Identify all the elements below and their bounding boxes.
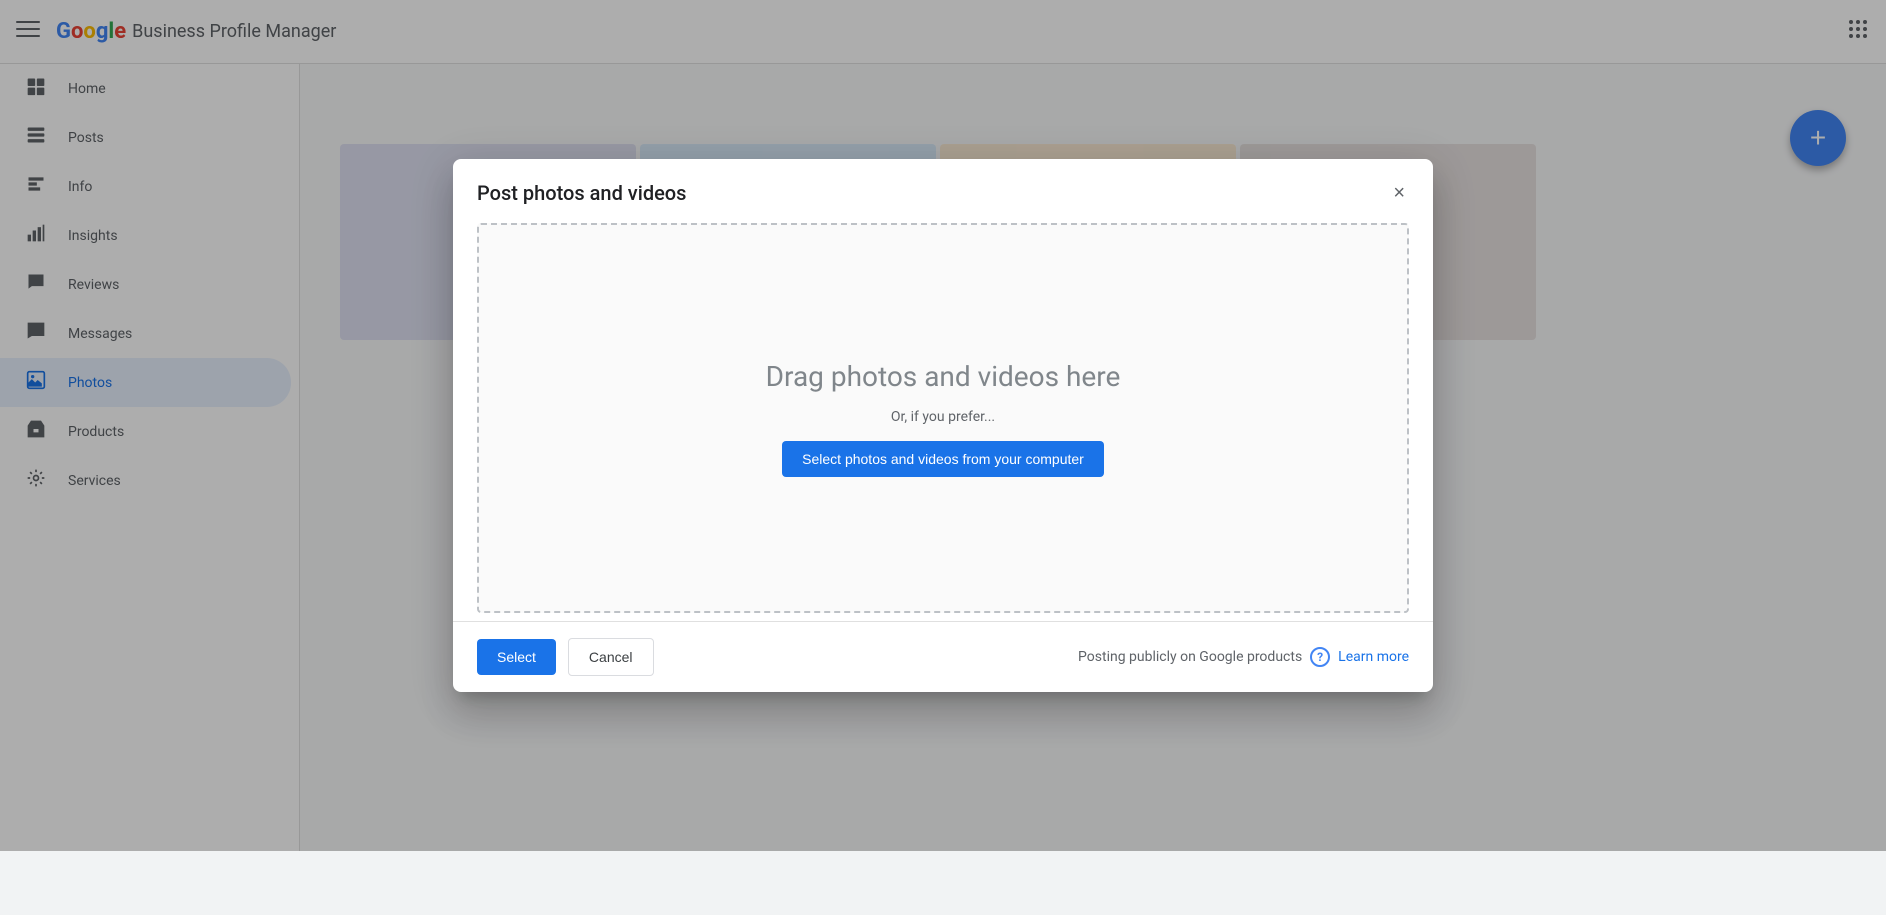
- help-icon[interactable]: ?: [1310, 647, 1330, 667]
- modal-body: Drag photos and videos here Or, if you p…: [453, 223, 1433, 621]
- drop-zone-title: Drag photos and videos here: [766, 360, 1121, 393]
- question-mark-icon: ?: [1317, 650, 1323, 664]
- post-photos-modal: Post photos and videos × Drag photos and…: [453, 159, 1433, 692]
- close-icon: ×: [1393, 182, 1405, 204]
- modal-footer: Select Cancel Posting publicly on Google…: [453, 621, 1433, 692]
- posting-info-text: Posting publicly on Google products: [1078, 649, 1302, 665]
- modal-header: Post photos and videos ×: [453, 159, 1433, 223]
- modal-close-button[interactable]: ×: [1389, 179, 1409, 207]
- footer-info: Posting publicly on Google products ? Le…: [1078, 647, 1409, 667]
- modal-title: Post photos and videos: [477, 181, 686, 205]
- drop-zone[interactable]: Drag photos and videos here Or, if you p…: [477, 223, 1409, 613]
- footer-cancel-button[interactable]: Cancel: [568, 638, 654, 676]
- drop-zone-subtitle: Or, if you prefer...: [891, 409, 995, 425]
- select-files-button[interactable]: Select photos and videos from your compu…: [782, 441, 1104, 477]
- learn-more-link[interactable]: Learn more: [1338, 649, 1409, 665]
- footer-select-button[interactable]: Select: [477, 639, 556, 675]
- modal-overlay: Post photos and videos × Drag photos and…: [0, 0, 1886, 851]
